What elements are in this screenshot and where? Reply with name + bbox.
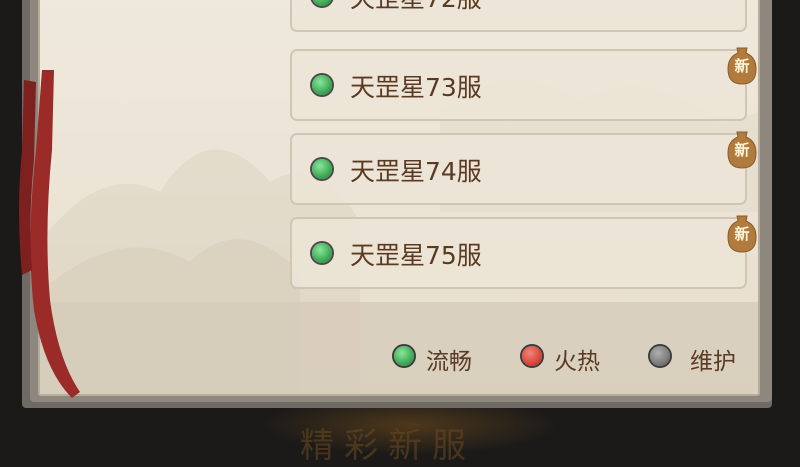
legend-label: 维护 <box>690 349 736 375</box>
status-legend: 流畅 火热 维护 <box>40 302 758 394</box>
server-name: 天罡星73服 <box>350 73 482 102</box>
server-card-75[interactable]: 天罡星75服 新 <box>290 215 757 289</box>
server-name: 天罡星72服 <box>350 0 482 15</box>
gray-dot-icon <box>650 346 670 366</box>
new-server-badge: 新 <box>727 215 757 253</box>
new-server-badge: 新 <box>727 47 757 85</box>
red-ribbon-decoration <box>19 70 81 398</box>
server-card-73[interactable]: 天罡星73服 新 <box>290 47 757 121</box>
server-card-74[interactable]: 天罡星74服 新 <box>290 131 757 205</box>
server-card-72[interactable]: 天罡星72服 <box>290 0 747 32</box>
new-server-badge: 新 <box>727 131 757 169</box>
server-name: 天罡星75服 <box>350 241 482 270</box>
status-smooth-icon <box>312 0 332 6</box>
footer-banner-text: 精彩新服 <box>300 426 476 466</box>
status-smooth-icon <box>312 243 332 263</box>
legend-label: 火热 <box>554 349 600 375</box>
green-dot-icon <box>394 346 414 366</box>
red-dot-icon <box>522 346 542 366</box>
status-smooth-icon <box>312 159 332 179</box>
legend-label: 流畅 <box>426 349 472 375</box>
status-smooth-icon <box>312 75 332 95</box>
server-name: 天罡星74服 <box>350 157 482 186</box>
server-list-panel: 天罡星72服 天罡星73服 新 天罡星74服 新 天罡星75服 新 <box>38 0 760 396</box>
